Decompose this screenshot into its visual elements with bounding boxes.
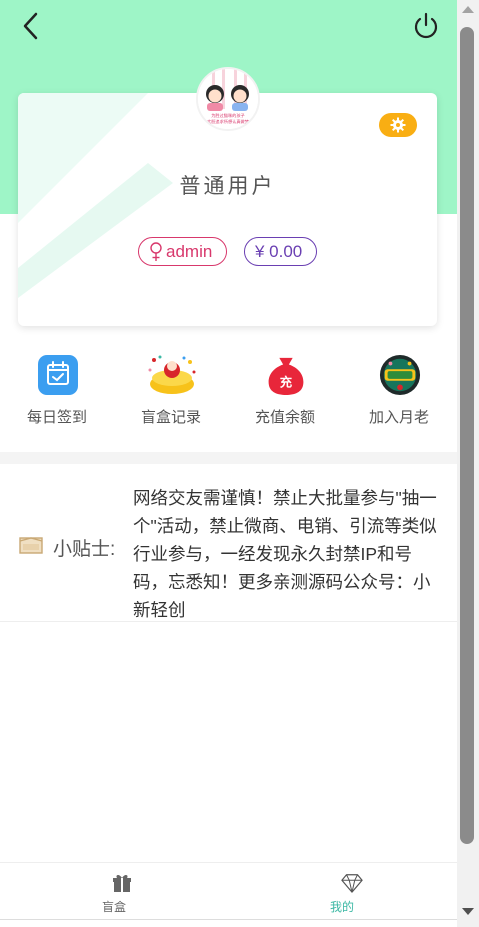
tips-text: 网络交友需谨慎！禁止大批量参与"抽一个"活动，禁止微商、电销、引流等类似行业参与…	[133, 488, 437, 620]
gift-icon	[113, 874, 131, 892]
tab-label: 我的	[329, 900, 354, 914]
female-symbol-icon	[150, 241, 162, 261]
gear-icon	[390, 117, 406, 133]
bottom-edge	[0, 919, 479, 927]
shortcut-recharge[interactable]: 充 充值余额	[228, 352, 342, 432]
shortcut-label: 加入月老	[368, 409, 429, 426]
recharge-bag-icon: 充	[268, 357, 304, 396]
tips-label: 小贴士:	[53, 539, 116, 560]
bottom-tab-bar: 盲盒 我的	[0, 862, 457, 919]
shortcut-join-matchmaker[interactable]: 加入月老	[342, 352, 456, 432]
page: 为胜过猫咪的孩子 大胆追求所想认真做梦 普通用户 admin ¥ 0.00 每日…	[0, 0, 457, 927]
shortcut-label: 充值余额	[254, 409, 315, 426]
username-text: admin	[166, 241, 213, 261]
chevron-left-icon	[23, 12, 38, 40]
tab-mine[interactable]: 我的	[228, 863, 456, 920]
scrollbar-thumb[interactable]	[460, 27, 474, 844]
settings-button[interactable]	[379, 113, 417, 137]
shortcut-label: 每日签到	[26, 409, 87, 426]
shortcut-label: 盲盒记录	[140, 409, 201, 426]
shortcut-box-records[interactable]: 盲盒记录	[114, 352, 228, 432]
shortcut-daily-checkin[interactable]: 每日签到	[0, 352, 114, 432]
balance-badge: ¥ 0.00	[244, 237, 317, 266]
avatar-caption-line1: 为胜过猫咪的孩子	[211, 112, 245, 119]
avatar[interactable]: 为胜过猫咪的孩子 大胆追求所想认真做梦	[196, 67, 260, 131]
shortcut-grid: 每日签到 盲盒记录 充 充值余额 加入月老	[0, 352, 457, 432]
avatar-caption-line2: 大胆追求所想认真做梦	[207, 118, 250, 125]
tab-blind-box[interactable]: 盲盒	[0, 863, 228, 920]
logout-button[interactable]	[410, 10, 442, 42]
power-icon	[414, 12, 438, 39]
diamond-icon	[341, 874, 363, 893]
balance-text: ¥ 0.00	[255, 241, 303, 261]
vertical-scrollbar[interactable]	[457, 0, 479, 927]
svg-text:充: 充	[280, 374, 293, 389]
scroll-down-arrow-icon[interactable]	[462, 908, 474, 915]
blind-box-icon	[148, 355, 196, 394]
tips-notice: 小贴士: 网络交友需谨慎！禁止大批量参与"抽一个"活动，禁止微商、电销、引流等类…	[0, 464, 457, 622]
calendar-check-icon	[38, 355, 78, 395]
scroll-up-arrow-icon[interactable]	[462, 6, 474, 13]
envelope-icon	[19, 537, 43, 554]
username-badge: admin	[138, 237, 227, 266]
section-divider	[0, 452, 457, 464]
matchmaker-badge-icon	[379, 354, 421, 396]
back-button[interactable]	[18, 10, 48, 44]
tab-label: 盲盒	[101, 900, 126, 914]
user-level-title: 普通用户	[179, 175, 276, 198]
avatar-illustration: 为胜过猫咪的孩子 大胆追求所想认真做梦	[198, 69, 258, 129]
